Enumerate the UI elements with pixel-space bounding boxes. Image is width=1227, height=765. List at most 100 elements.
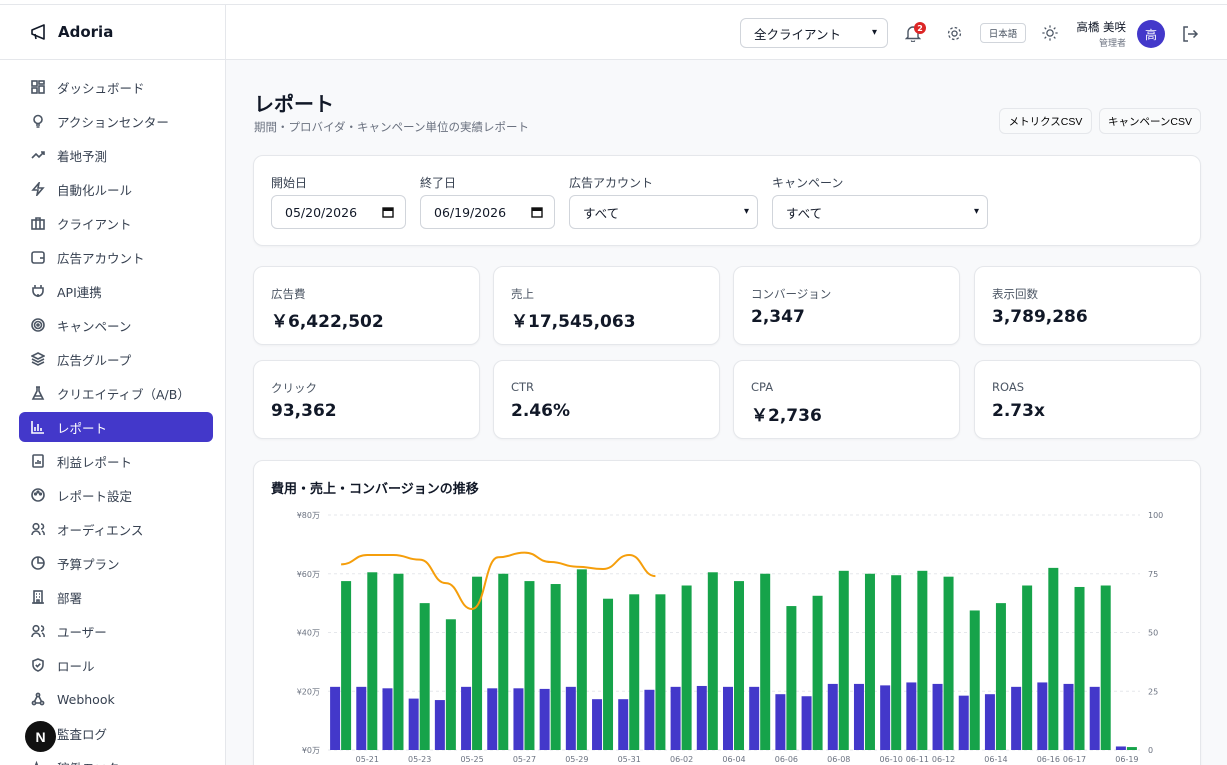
sidebar-item-pie[interactable]: 予算プラン	[19, 548, 213, 578]
bar	[419, 603, 430, 750]
bar	[707, 572, 718, 750]
kpi-value: 2,347	[751, 307, 805, 327]
kpi-label: CTR	[511, 380, 535, 394]
logout-icon[interactable]	[1181, 25, 1199, 43]
kpi-label: クリック	[271, 381, 317, 395]
kpi-value: 3,789,286	[992, 307, 1088, 327]
bar	[644, 689, 655, 750]
kpi-label: 表示回数	[992, 287, 1038, 301]
bar	[1048, 567, 1059, 750]
sidebar-item-label: 部署	[57, 590, 83, 606]
sidebar-item-file-chart[interactable]: 利益レポート	[19, 446, 213, 476]
calendar-icon[interactable]	[531, 206, 543, 218]
y-right-tick-label: 0	[1148, 746, 1153, 755]
pie-icon	[31, 556, 45, 570]
bar	[1037, 682, 1048, 750]
bar	[1089, 686, 1100, 750]
end-date-value: 06/19/2026	[434, 204, 507, 220]
bar	[393, 573, 404, 750]
account-select[interactable]: すべて ▾	[569, 195, 758, 229]
dashboard-icon	[31, 80, 45, 94]
bar	[513, 688, 524, 750]
bar	[576, 569, 587, 750]
sidebar-item-layers[interactable]: 広告グループ	[19, 344, 213, 374]
x-tick-label: 06-14	[984, 755, 1007, 764]
sidebar-item-lightbulb[interactable]: アクションセンター	[19, 106, 213, 136]
sidebar-item-webhook[interactable]: Webhook	[19, 684, 213, 714]
sidebar-item-building[interactable]: 部署	[19, 582, 213, 612]
metrics-csv-button[interactable]: メトリクスCSV	[999, 108, 1092, 134]
sidebar-item-audience[interactable]: オーディエンス	[19, 514, 213, 544]
campaign-select[interactable]: すべて ▾	[772, 195, 988, 229]
bar	[1022, 585, 1033, 750]
kpi-card	[493, 360, 720, 439]
bar	[565, 686, 576, 750]
end-date-input[interactable]: 06/19/2026	[420, 195, 555, 229]
sidebar-item-plug[interactable]: API連携	[19, 276, 213, 306]
bar	[472, 576, 483, 750]
sidebar-item-trend-up[interactable]: 着地予測	[19, 140, 213, 170]
calendar-icon[interactable]	[382, 206, 394, 218]
y-right-tick-label: 25	[1148, 687, 1158, 696]
kpi-value: 2.73x	[992, 401, 1045, 421]
sidebar-item-label: アクションセンター	[57, 114, 169, 130]
bar	[1074, 586, 1085, 750]
sidebar-item-label: API連携	[57, 284, 102, 300]
sidebar-item-wallet[interactable]: 広告アカウント	[19, 242, 213, 272]
sidebar-item-palette[interactable]: レポート設定	[19, 480, 213, 510]
sidebar-item-shield[interactable]: ロール	[19, 650, 213, 680]
y-left-tick-label: ¥60万	[297, 570, 320, 579]
bar	[341, 581, 352, 750]
campaign-csv-button[interactable]: キャンペーンCSV	[1099, 108, 1201, 134]
brand[interactable]: Adoria	[0, 5, 225, 60]
kpi-card	[974, 266, 1201, 345]
gear-icon[interactable]	[946, 25, 963, 42]
bar	[408, 698, 419, 750]
sidebar-item-users[interactable]: ユーザー	[19, 616, 213, 646]
sidebar-item-label: ロール	[57, 658, 95, 674]
x-tick-label: 06-08	[827, 755, 850, 764]
sidebar-item-label: 着地予測	[57, 148, 108, 164]
avatar[interactable]: 高	[1137, 20, 1165, 48]
client-select[interactable]: 全クライアント ▾	[740, 18, 888, 48]
sidebar-item-target[interactable]: キャンペーン	[19, 310, 213, 340]
client-select-value: 全クライアント	[754, 26, 842, 42]
sidebar-item-dashboard[interactable]: ダッシュボード	[19, 72, 213, 102]
bar	[838, 570, 849, 750]
sun-icon[interactable]	[1041, 24, 1059, 42]
bar	[906, 682, 917, 750]
sidebar-item-lightning[interactable]: 自動化ルール	[19, 174, 213, 204]
y-left-tick-label: ¥20万	[297, 687, 320, 696]
x-tick-label: 06-16	[1037, 755, 1060, 764]
bar	[629, 594, 640, 750]
bar	[330, 686, 341, 750]
sidebar-item-activity[interactable]: 稼働モニター	[19, 752, 213, 765]
target-icon	[31, 318, 45, 332]
sidebar-item-bar-chart[interactable]: レポート	[19, 412, 213, 442]
bar	[539, 688, 550, 750]
sidebar-item-flask[interactable]: クリエイティブ（A/B）	[19, 378, 213, 408]
bar	[1011, 686, 1022, 750]
x-tick-label: 06-06	[775, 755, 798, 764]
dev-badge[interactable]: N	[25, 721, 56, 752]
language-button[interactable]: 日本語	[980, 23, 1026, 43]
bar	[592, 699, 603, 750]
sidebar-item-label: クライアント	[57, 216, 132, 232]
end-date-label: 終了日	[420, 176, 457, 190]
trend-up-icon	[31, 148, 45, 162]
bar	[943, 576, 954, 750]
sidebar-item-label: キャンペーン	[57, 318, 132, 334]
sidebar-item-briefcase[interactable]: クライアント	[19, 208, 213, 238]
page-title: レポート	[254, 92, 334, 116]
chevron-down-icon: ▾	[871, 27, 877, 38]
sidebar-item-label: 広告アカウント	[57, 250, 145, 266]
chevron-down-icon: ▾	[743, 206, 749, 217]
chart-title: 費用・売上・コンバージョンの推移	[271, 482, 479, 497]
x-tick-label: 06-19	[1115, 755, 1138, 764]
kpi-card	[733, 266, 960, 345]
start-date-input[interactable]: 05/20/2026	[271, 195, 406, 229]
y-left-tick-label: ¥80万	[297, 511, 320, 520]
bar	[681, 585, 692, 750]
bar	[864, 573, 875, 750]
bar	[984, 694, 995, 750]
